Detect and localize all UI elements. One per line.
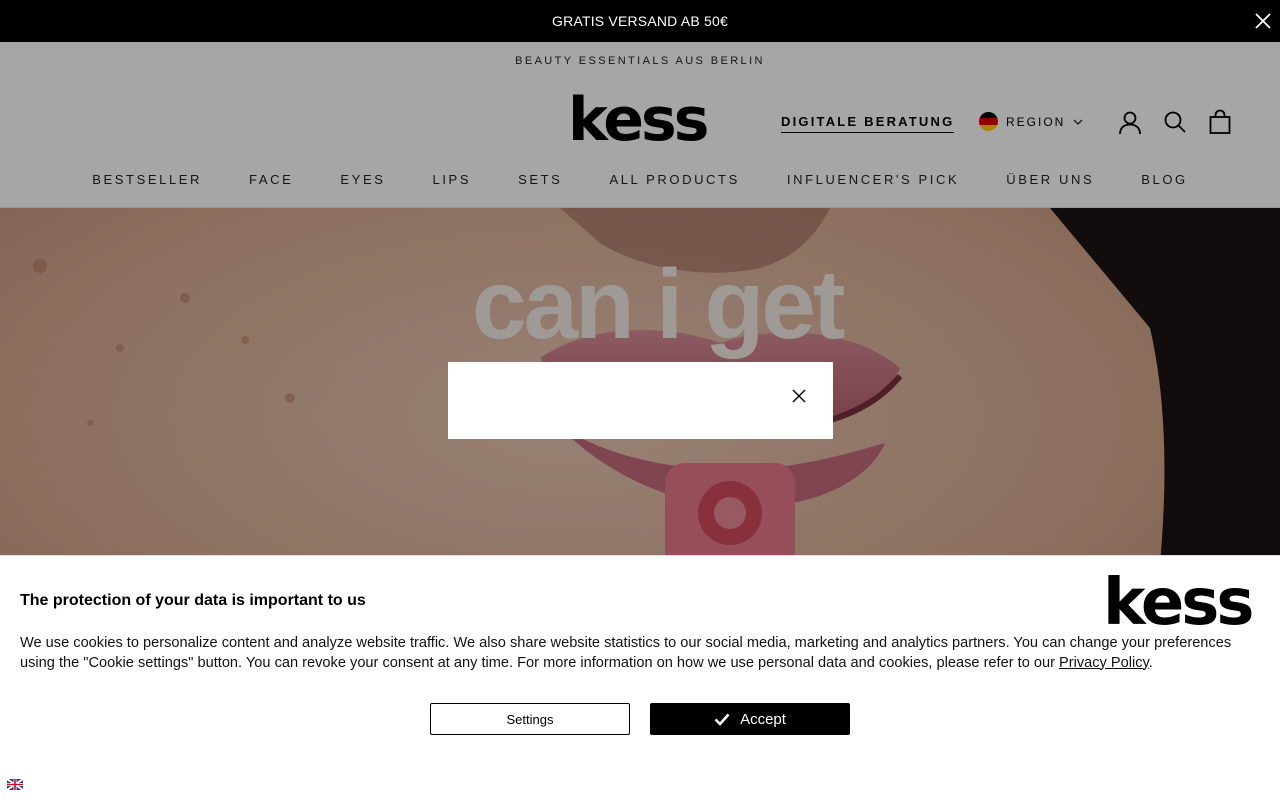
cookie-body-text: We use cookies to personalize content an… [20, 635, 1232, 671]
cookie-description: We use cookies to personalize content an… [20, 634, 1265, 673]
cookie-body-end: . [1148, 654, 1153, 671]
announcement-text: GRATIS VERSAND AB 50€ [552, 13, 728, 29]
accept-label: Accept [740, 710, 786, 728]
popup-modal [448, 362, 833, 439]
cookie-banner: The protection of your data is important… [0, 555, 1280, 800]
cookie-logo-text: kess [1103, 574, 1252, 630]
close-icon[interactable] [1254, 12, 1272, 30]
close-icon[interactable] [791, 388, 807, 404]
privacy-policy-link[interactable]: Privacy Policy [1059, 655, 1149, 671]
cookie-logo: kess [1103, 574, 1255, 630]
checkmark-icon [714, 713, 730, 726]
announcement-bar: GRATIS VERSAND AB 50€ [0, 0, 1280, 42]
cookie-title: The protection of your data is important… [20, 592, 366, 609]
cookie-accept-button[interactable]: Accept [650, 703, 850, 735]
language-flag-icon[interactable] [7, 779, 23, 790]
cookie-settings-button[interactable]: Settings [430, 703, 630, 735]
